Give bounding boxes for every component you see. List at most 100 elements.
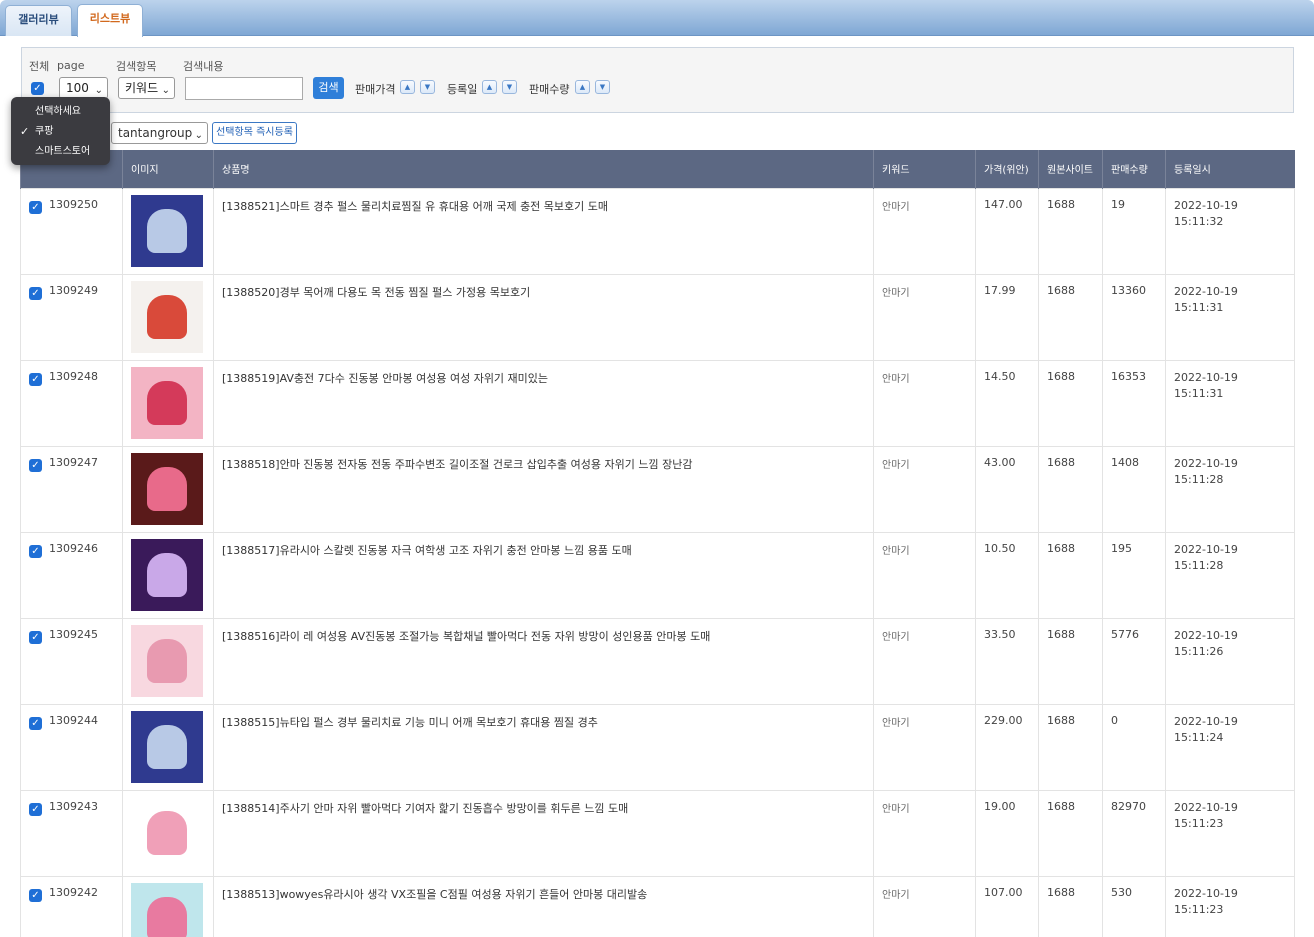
row-price: 33.50 <box>975 617 1039 705</box>
row-keyword: 안마기 <box>873 617 976 705</box>
sort-date-desc-button[interactable]: ▼ <box>502 80 517 94</box>
thumbnail-product-shape <box>147 724 187 769</box>
search-field-select[interactable]: 키워드 ⌄ <box>118 77 175 99</box>
row-time: 15:11:26 <box>1174 644 1224 658</box>
sort-price-desc-button[interactable]: ▼ <box>420 80 435 94</box>
row-sales-qty: 13360 <box>1102 273 1166 361</box>
product-thumbnail[interactable] <box>131 538 203 611</box>
tab-gallery-view[interactable]: 갤러리뷰 <box>5 5 72 36</box>
sort-price-label: 판매가격 <box>355 83 396 96</box>
row-keyword: 안마기 <box>873 703 976 791</box>
search-input[interactable] <box>185 77 303 100</box>
thumbnail-product-shape <box>147 896 187 937</box>
table-row[interactable]: ✓ 1309248 [1388519]AV충전 7다수 진동봉 안마봉 여성용 여성… <box>20 359 1295 447</box>
menu-item-coupang[interactable]: ✓ 쿠팡 <box>11 122 110 142</box>
row-product-name[interactable]: [1388515]뉴타입 펄스 경부 물리치료 기능 미니 어깨 목보호기 휴대… <box>213 703 874 791</box>
row-sales-qty: 5776 <box>1102 617 1166 705</box>
product-thumbnail[interactable] <box>131 882 203 937</box>
table-row[interactable]: ✓ 1309243 [1388514]주사기 안마 자위 빨아먹다 기여자 핥기 진… <box>20 789 1295 877</box>
product-thumbnail[interactable] <box>131 710 203 783</box>
row-price: 229.00 <box>975 703 1039 791</box>
row-registered-at: 2022-10-19 15:11:32 <box>1165 187 1295 275</box>
product-thumbnail[interactable] <box>131 624 203 697</box>
product-thumbnail[interactable] <box>131 280 203 353</box>
row-date: 2022-10-19 <box>1174 370 1238 384</box>
row-checkbox[interactable]: ✓ <box>29 200 42 214</box>
sort-qty-desc-button[interactable]: ▼ <box>595 80 610 94</box>
row-product-name[interactable]: [1388516]라이 레 여성용 AV진동봉 조절가능 복합채널 빨아먹다 전… <box>213 617 874 705</box>
menu-item-label: 스마트스토어 <box>35 146 91 157</box>
sort-qty-label: 판매수량 <box>529 83 570 96</box>
row-product-name[interactable]: [1388519]AV충전 7다수 진동봉 안마봉 여성용 여성 자위기 재미있… <box>213 359 874 447</box>
product-table: 이미지 상품명 키워드 가격(위안) 원본사이트 판매수량 등록일시 ✓ 1309… <box>20 150 1295 937</box>
row-product-name[interactable]: [1388520]경부 목어깨 다용도 목 전동 찜질 펄스 가정용 목보호기 <box>213 273 874 361</box>
row-price: 17.99 <box>975 273 1039 361</box>
product-thumbnail[interactable] <box>131 366 203 439</box>
row-checkbox[interactable]: ✓ <box>29 286 42 300</box>
thumbnail-product-shape <box>147 380 187 425</box>
sort-qty-asc-button[interactable]: ▲ <box>575 80 590 94</box>
page-size-value: 100 <box>66 81 89 95</box>
row-checkbox[interactable]: ✓ <box>29 372 42 386</box>
table-row[interactable]: ✓ 1309242 [1388513]wowyes유라시아 생각 VX조필을 C점필… <box>20 875 1295 937</box>
row-price: 14.50 <box>975 359 1039 447</box>
menu-item-label: 쿠팡 <box>35 126 54 137</box>
row-id: 1309245 <box>49 627 98 641</box>
header-registered-at: 등록일시 <box>1165 150 1295 188</box>
product-thumbnail[interactable] <box>131 796 203 869</box>
row-select-cell: ✓ 1309247 <box>20 445 123 533</box>
row-registered-at: 2022-10-19 15:11:23 <box>1165 789 1295 877</box>
row-image-cell <box>122 359 214 447</box>
filter-panel: 전체 page 검색항목 검색내용 ✓ 100 ⌄ 키워드 ⌄ 검색 판매가격 … <box>21 47 1294 113</box>
register-selected-button[interactable]: 선택항목 즉시등록 <box>212 122 297 144</box>
row-product-name[interactable]: [1388513]wowyes유라시아 생각 VX조필을 C점필 여성용 자위기… <box>213 875 874 937</box>
row-keyword: 안마기 <box>873 875 976 937</box>
sort-date-asc-button[interactable]: ▲ <box>482 80 497 94</box>
group-select[interactable]: tantangroup ⌄ <box>111 122 208 144</box>
product-thumbnail[interactable] <box>131 194 203 267</box>
table-row[interactable]: ✓ 1309246 [1388517]유라시아 스칼렛 진동봉 자극 여학생 고조 … <box>20 531 1295 619</box>
row-time: 15:11:28 <box>1174 472 1224 486</box>
row-checkbox[interactable]: ✓ <box>29 458 42 472</box>
menu-item-select[interactable]: 선택하세요 <box>11 102 110 122</box>
row-id: 1309244 <box>49 713 98 727</box>
row-source-site: 1688 <box>1038 617 1103 705</box>
row-product-name[interactable]: [1388521]스마트 경추 펄스 물리치료찜질 유 휴대용 어깨 국제 충전… <box>213 187 874 275</box>
table-row[interactable]: ✓ 1309245 [1388516]라이 레 여성용 AV진동봉 조절가능 복합채… <box>20 617 1295 705</box>
chevron-down-icon: ⌄ <box>194 130 203 141</box>
row-product-name[interactable]: [1388518]안마 진동봉 전자동 전동 주파수변조 길이조절 건로크 삽입… <box>213 445 874 533</box>
sort-price-asc-button[interactable]: ▲ <box>400 80 415 94</box>
thumbnail-product-shape <box>147 466 187 511</box>
row-product-name[interactable]: [1388517]유라시아 스칼렛 진동봉 자극 여학생 고조 자위기 충전 안… <box>213 531 874 619</box>
row-checkbox[interactable]: ✓ <box>29 802 42 816</box>
select-all-checkbox[interactable]: ✓ <box>31 82 44 95</box>
row-sales-qty: 16353 <box>1102 359 1166 447</box>
row-product-name[interactable]: [1388514]주사기 안마 자위 빨아먹다 기여자 핥기 진동흡수 방망이를… <box>213 789 874 877</box>
row-select-cell: ✓ 1309250 <box>20 187 123 275</box>
row-checkbox[interactable]: ✓ <box>29 544 42 558</box>
row-checkbox[interactable]: ✓ <box>29 888 42 902</box>
search-button[interactable]: 검색 <box>313 77 344 99</box>
row-select-cell: ✓ 1309244 <box>20 703 123 791</box>
table-header-row: 이미지 상품명 키워드 가격(위안) 원본사이트 판매수량 등록일시 <box>20 150 1295 188</box>
row-time: 15:11:31 <box>1174 386 1224 400</box>
table-row[interactable]: ✓ 1309250 [1388521]스마트 경추 펄스 물리치료찜질 유 휴대용 … <box>20 187 1295 275</box>
product-thumbnail[interactable] <box>131 452 203 525</box>
menu-item-smartstore[interactable]: 스마트스토어 <box>11 142 110 162</box>
tab-list-view[interactable]: 리스트뷰 <box>77 4 143 37</box>
table-row[interactable]: ✓ 1309249 [1388520]경부 목어깨 다용도 목 전동 찜질 펄스 가… <box>20 273 1295 361</box>
row-checkbox[interactable]: ✓ <box>29 630 42 644</box>
table-row[interactable]: ✓ 1309244 [1388515]뉴타입 펄스 경부 물리치료 기능 미니 어깨… <box>20 703 1295 791</box>
row-id: 1309250 <box>49 197 98 211</box>
row-source-site: 1688 <box>1038 187 1103 275</box>
page-size-select[interactable]: 100 ⌄ <box>59 77 108 99</box>
row-image-cell <box>122 273 214 361</box>
row-keyword: 안마기 <box>873 531 976 619</box>
row-checkbox[interactable]: ✓ <box>29 716 42 730</box>
row-time: 15:11:28 <box>1174 558 1224 572</box>
row-id: 1309242 <box>49 885 98 899</box>
row-keyword: 안마기 <box>873 789 976 877</box>
header-source-site: 원본사이트 <box>1038 150 1103 188</box>
table-row[interactable]: ✓ 1309247 [1388518]안마 진동봉 전자동 전동 주파수변조 길이조… <box>20 445 1295 533</box>
row-image-cell <box>122 445 214 533</box>
